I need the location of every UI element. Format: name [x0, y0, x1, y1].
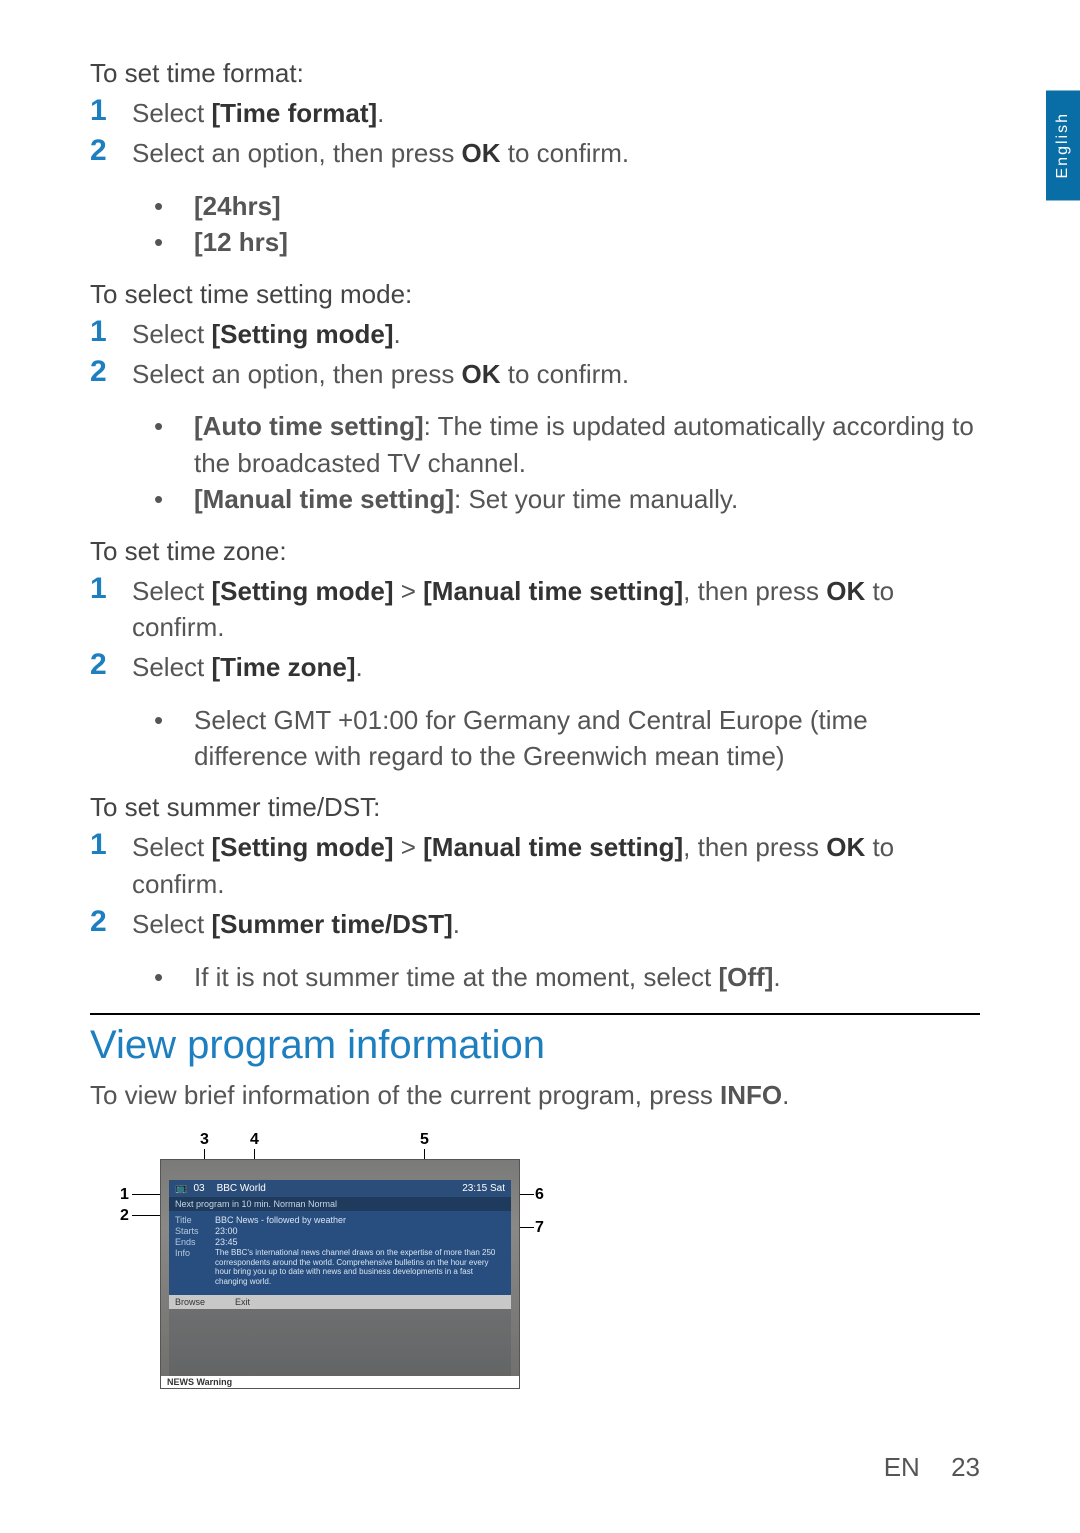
footer-lang: EN	[884, 1452, 920, 1482]
heading-view-program-info: View program information	[90, 1023, 980, 1068]
osd-body: TitleBBC News - followed by weather Star…	[169, 1211, 511, 1295]
section-intro-time-format: To set time format:	[90, 58, 980, 89]
step-number: 2	[90, 647, 132, 683]
channel-icon: 📺	[175, 1183, 187, 1194]
bullet-item: [12 hrs]	[154, 224, 980, 260]
footer-exit: Exit	[235, 1297, 250, 1307]
step-number: 2	[90, 133, 132, 169]
language-tab: English	[1046, 90, 1080, 200]
step-text: Select [Setting mode] > [Manual time set…	[132, 571, 980, 646]
step-text: Select [Summer time/DST].	[132, 904, 460, 942]
step-number: 2	[90, 904, 132, 940]
step-number: 1	[90, 571, 132, 607]
osd-header: 📺 03 BBC World 23:15 Sat	[169, 1180, 511, 1197]
bullet-item: [24hrs]	[154, 188, 980, 224]
footer-page-number: 23	[951, 1452, 980, 1482]
section-divider	[90, 1013, 980, 1015]
osd-clock: 23:15 Sat	[462, 1183, 505, 1194]
program-info-figure: 3 4 5 1 2 6 7 📺 03 BBC World 23:15 Sat N…	[120, 1131, 560, 1389]
callout-2: 2	[120, 1207, 129, 1225]
step-text: Select [Setting mode].	[132, 314, 401, 352]
step-text: Select an option, then press OK to confi…	[132, 133, 629, 171]
step-number: 1	[90, 93, 132, 129]
callout-7: 7	[535, 1219, 544, 1237]
osd-footer: Browse Exit	[169, 1295, 511, 1309]
bullet-item: Select GMT +01:00 for Germany and Centra…	[154, 702, 980, 775]
footer-browse: Browse	[175, 1297, 205, 1307]
section-intro-time-zone: To set time zone:	[90, 536, 980, 567]
callout-3: 3	[200, 1131, 209, 1149]
step-text: Select [Time zone].	[132, 647, 363, 685]
step-text: Select [Setting mode] > [Manual time set…	[132, 827, 980, 902]
osd-next-program: Next program in 10 min. Norman Normal	[169, 1197, 511, 1211]
bullet-item: [Manual time setting]: Set your time man…	[154, 481, 980, 517]
channel-name: BBC World	[217, 1183, 463, 1194]
step-number: 1	[90, 827, 132, 863]
callout-6: 6	[535, 1186, 544, 1204]
bullet-item: [Auto time setting]: The time is updated…	[154, 408, 980, 481]
page-footer: EN 23	[884, 1452, 980, 1483]
osd-screenshot: 📺 03 BBC World 23:15 Sat Next program in…	[160, 1159, 520, 1389]
step-text: Select an option, then press OK to confi…	[132, 354, 629, 392]
news-ticker: NEWS Warning	[161, 1376, 519, 1388]
channel-number: 03	[193, 1183, 204, 1194]
section-intro-setting-mode: To select time setting mode:	[90, 279, 980, 310]
paragraph: To view brief information of the current…	[90, 1080, 980, 1111]
bullet-item: If it is not summer time at the moment, …	[154, 959, 980, 995]
step-number: 1	[90, 314, 132, 350]
callout-1: 1	[120, 1186, 129, 1204]
callout-4: 4	[250, 1131, 259, 1149]
step-number: 2	[90, 354, 132, 390]
callout-5: 5	[420, 1131, 429, 1149]
step-text: Select [Time format].	[132, 93, 384, 131]
section-intro-dst: To set summer time/DST:	[90, 792, 980, 823]
page-content: To set time format: 1 Select [Time forma…	[0, 0, 1080, 1389]
